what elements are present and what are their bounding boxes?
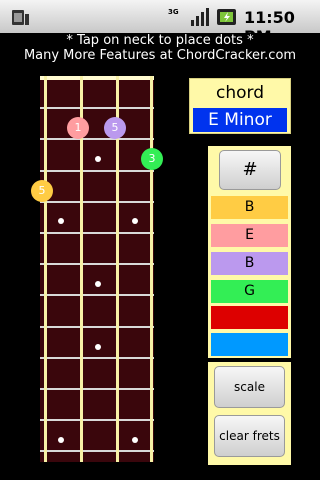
promo-text: Many More Features at ChordCracker.com	[23, 48, 297, 63]
tap-hint: * Tap on neck to place dots *	[66, 33, 254, 48]
fret-inlay-12a	[58, 437, 64, 443]
clear-frets-button[interactable]: clear frets	[214, 415, 285, 457]
scale-button[interactable]: scale	[214, 366, 285, 408]
fret-inlay-3	[95, 156, 101, 162]
note-chip: G	[211, 280, 288, 303]
fret-wire	[40, 326, 154, 328]
note-chip: B	[211, 252, 288, 275]
signal-bars-icon	[191, 8, 209, 26]
finger-dot[interactable]: 1	[67, 117, 89, 139]
sharp-flat-toggle-button[interactable]: #	[219, 150, 281, 190]
finger-dot[interactable]: 3	[141, 148, 163, 170]
status-bar: 3G 11:50 PM	[0, 0, 320, 46]
nut	[40, 76, 154, 80]
string-4	[150, 76, 153, 462]
fret-wire	[40, 232, 154, 234]
fret-inlay-5a	[58, 218, 64, 224]
fret-wire	[40, 419, 154, 421]
fret-wire	[40, 138, 154, 140]
note-chip	[211, 333, 288, 356]
chord-display: chord E Minor	[189, 78, 291, 134]
notes-panel: # B E B G	[208, 146, 291, 358]
string-1	[44, 76, 47, 462]
finger-dot[interactable]: 5	[31, 180, 53, 202]
fret-wire	[40, 201, 154, 203]
fret-wire	[40, 357, 154, 359]
fret-wire	[40, 170, 154, 172]
fret-wire	[40, 450, 154, 452]
battery-charging-icon	[217, 9, 236, 25]
note-chip: B	[211, 196, 288, 219]
finger-dot[interactable]: 5	[104, 117, 126, 139]
network-type: 3G	[168, 8, 179, 16]
chord-name: E Minor	[193, 108, 287, 132]
fret-inlay-9	[95, 344, 101, 350]
fret-wire	[40, 263, 154, 265]
fretboard[interactable]: 1 5 3 5	[31, 76, 163, 462]
fret-inlay-7	[95, 281, 101, 287]
controls-panel: scale clear frets	[208, 362, 291, 465]
chord-label: chord	[215, 83, 264, 103]
note-chip: E	[211, 224, 288, 247]
fret-wire	[40, 294, 154, 296]
fret-inlay-5b	[132, 218, 138, 224]
sim-card-icon	[12, 10, 29, 25]
fret-wire	[40, 388, 154, 390]
fret-inlay-12b	[132, 437, 138, 443]
fretboard-wood	[40, 76, 154, 462]
note-chip	[211, 306, 288, 329]
fret-wire	[40, 107, 154, 109]
